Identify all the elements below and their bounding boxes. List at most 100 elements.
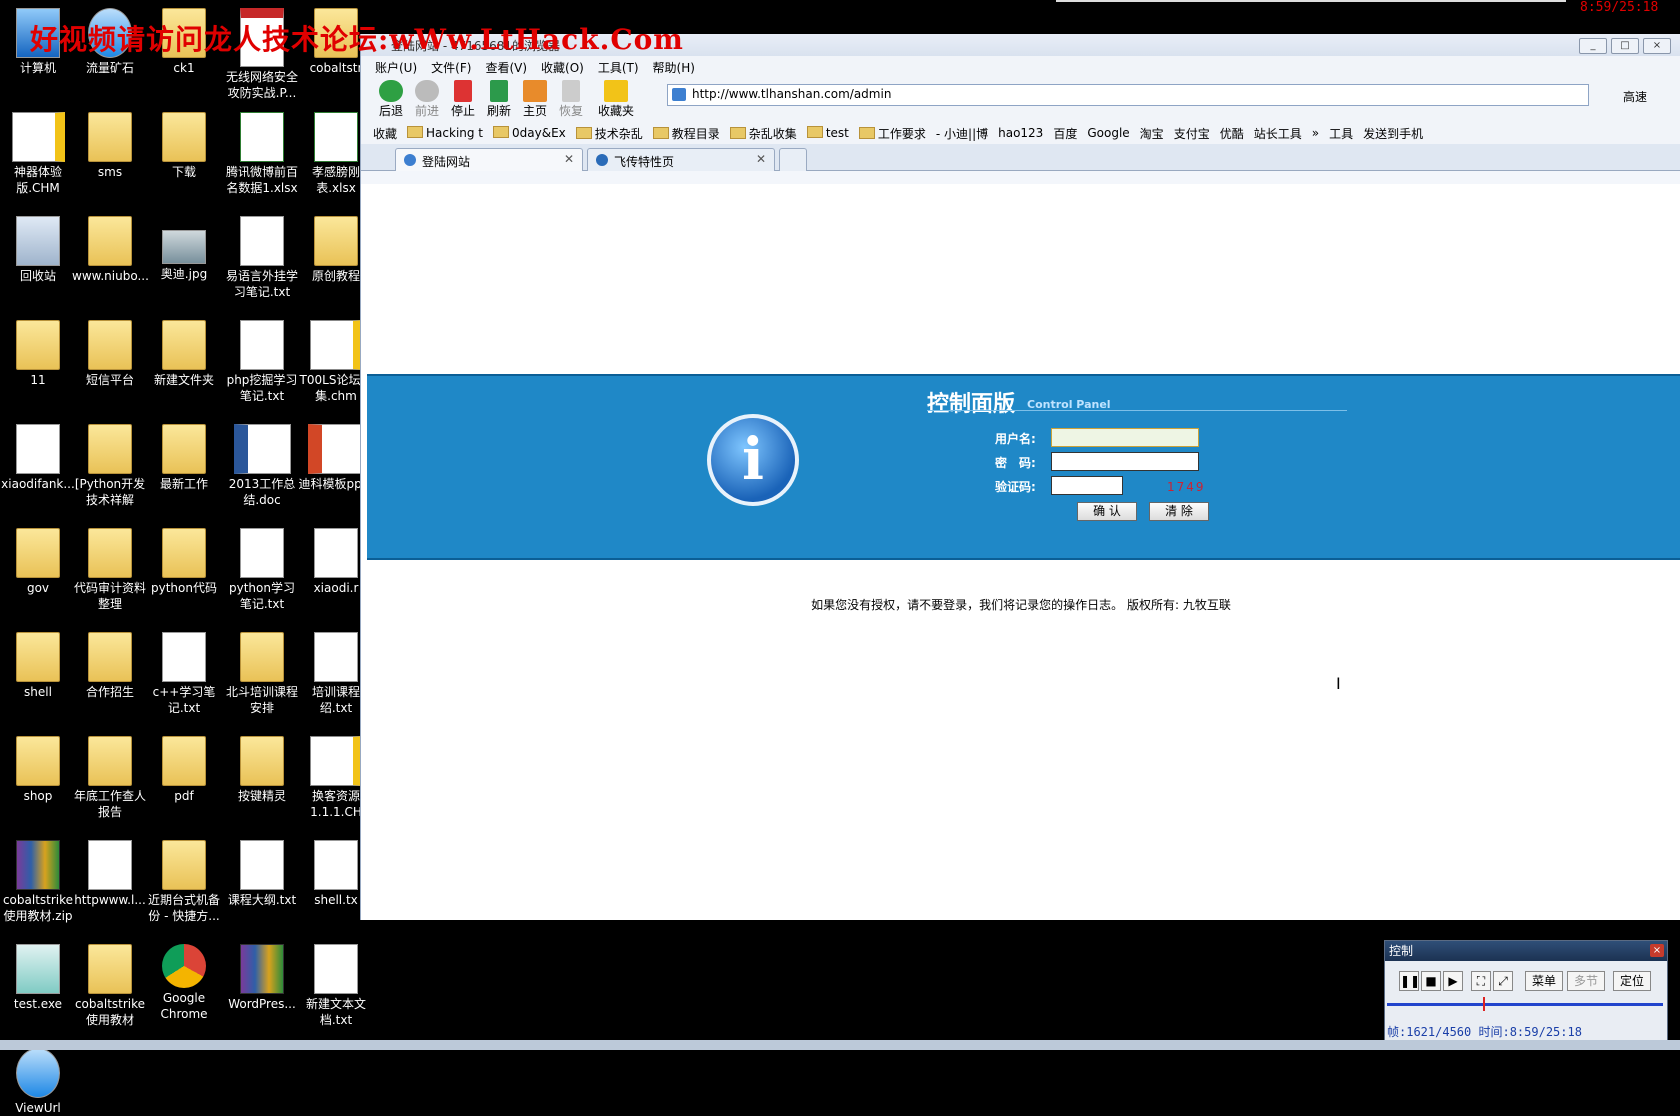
desktop-icon[interactable]: 短信平台 (72, 320, 148, 388)
home-button[interactable]: 主页 (517, 78, 553, 119)
menu-view[interactable]: 查看(V) (485, 59, 527, 76)
desktop-icon[interactable]: 课程大纲.txt (224, 840, 300, 908)
close-button[interactable]: × (1643, 38, 1671, 54)
back-button[interactable]: 后退 (373, 78, 409, 119)
minimize-button[interactable]: _ (1579, 38, 1607, 54)
fav-item[interactable]: 站长工具 (1254, 125, 1302, 142)
tab-close-icon[interactable]: ✕ (564, 152, 574, 166)
fav-item[interactable]: 优酷 (1220, 125, 1244, 142)
progress-marker[interactable] (1483, 997, 1485, 1011)
fav-item[interactable]: 支付宝 (1174, 125, 1210, 142)
fav-item[interactable]: 淘宝 (1140, 125, 1164, 142)
desktop-icon[interactable]: xiaodifank... (0, 424, 76, 492)
desktop-icon[interactable]: httpwww.l... (72, 840, 148, 908)
desktop-icon[interactable]: 易语言外挂学习笔记.txt (224, 216, 300, 300)
desktop-icon[interactable]: 神器体验版.CHM (0, 112, 76, 196)
fav-menu[interactable]: 收藏 (373, 125, 397, 142)
desktop-icon[interactable]: 2013工作总结.doc (224, 424, 300, 508)
captcha-image[interactable]: 1749 (1167, 480, 1206, 494)
password-input[interactable] (1051, 452, 1199, 471)
desktop-icon[interactable]: 近期台式机备份 - 快捷方... (146, 840, 222, 924)
fav-item[interactable]: test (807, 126, 849, 140)
desktop-icon[interactable]: 新建文本文档.txt (298, 944, 374, 1028)
desktop-icon[interactable]: shell (0, 632, 76, 700)
menu-tools[interactable]: 工具(T) (598, 59, 639, 76)
fav-item[interactable]: 教程目录 (653, 125, 720, 142)
desktop-icon[interactable]: python代码 (146, 528, 222, 596)
favorites-button[interactable]: 收藏夹 (589, 78, 643, 119)
maximize-button[interactable]: □ (1611, 38, 1639, 54)
fullscreen-icon[interactable]: ⤢ (1493, 971, 1513, 991)
desktop-icon[interactable]: 11 (0, 320, 76, 388)
desktop-icon[interactable]: cobaltstrike使用教材.zip (0, 840, 76, 924)
forward-button[interactable]: 前进 (409, 78, 445, 119)
desktop-icon[interactable]: 回收站 (0, 216, 76, 284)
desktop-icon[interactable]: [Python开发技术祥解 (72, 424, 148, 508)
menu-help[interactable]: 帮助(H) (653, 59, 695, 76)
fav-item[interactable]: 百度 (1053, 125, 1077, 142)
fav-item[interactable]: 杂乱收集 (730, 125, 797, 142)
control-close-icon[interactable]: × (1650, 944, 1664, 957)
desktop-icon[interactable]: python学习笔记.txt (224, 528, 300, 612)
progress-track[interactable] (1387, 1003, 1663, 1006)
send-to-phone-button[interactable]: 发送到手机 (1363, 125, 1423, 142)
fav-tools-menu[interactable]: 工具 (1329, 125, 1353, 142)
fav-item[interactable]: Hacking t (407, 126, 483, 140)
desktop-icon-label: gov (26, 581, 50, 595)
watermark-banner: 好视频请访问龙人技术论坛:wWw.LtHack.Com (30, 23, 684, 56)
fav-item[interactable]: 0day&Ex (493, 126, 566, 140)
fav-item[interactable]: 工作要求 (859, 125, 926, 142)
desktop-icon[interactable]: 新建文件夹 (146, 320, 222, 388)
menu-account[interactable]: 账户(U) (375, 59, 417, 76)
tab-feature[interactable]: 飞传特性页 ✕ (587, 148, 775, 171)
stop-button[interactable]: 停止 (445, 78, 481, 119)
desktop-icon[interactable]: Google Chrome (146, 944, 222, 1022)
restore-button[interactable]: 恢复 (553, 78, 589, 119)
speed-mode-button[interactable]: 高速 (1623, 88, 1647, 105)
desktop-icon[interactable]: c++学习笔记.txt (146, 632, 222, 716)
address-bar[interactable]: http://www.tlhanshan.com/admin (667, 84, 1589, 106)
desktop-icon[interactable]: 奥迪.jpg (146, 216, 222, 282)
desktop-icon[interactable]: cobaltstrike使用教材 (72, 944, 148, 1028)
more-chevron-icon[interactable]: » (1312, 126, 1319, 140)
desktop-icon[interactable]: 下载 (146, 112, 222, 180)
fit-screen-icon[interactable]: ⛶ (1471, 971, 1491, 991)
captcha-input[interactable] (1051, 476, 1123, 495)
desktop-icon[interactable]: 北斗培训课程安排 (224, 632, 300, 716)
desktop-icon[interactable]: www.niubo... (72, 216, 149, 284)
desktop-icon[interactable]: php挖掘学习笔记.txt (224, 320, 300, 404)
desktop-icon[interactable]: test.exe (0, 944, 76, 1012)
clear-button[interactable]: 清 除 (1149, 502, 1209, 521)
desktop-icon[interactable]: 年底工作查人报告 (72, 736, 148, 820)
username-input[interactable] (1051, 428, 1199, 447)
refresh-button[interactable]: 刷新 (481, 78, 517, 119)
fav-item[interactable]: Google (1087, 126, 1129, 140)
desktop-icon[interactable]: gov (0, 528, 76, 596)
locate-button[interactable]: 定位 (1613, 971, 1651, 991)
forward-arrow-icon (415, 80, 439, 102)
fav-item[interactable]: - 小迪||博 (936, 125, 988, 142)
desktop-icon[interactable]: shop (0, 736, 76, 804)
menu-file[interactable]: 文件(F) (431, 59, 471, 76)
pause-button[interactable]: ❚❚ (1399, 971, 1420, 991)
desktop-icon[interactable]: 按键精灵 (224, 736, 300, 804)
multi-section-button[interactable]: 多节 (1567, 971, 1605, 991)
fav-item[interactable]: hao123 (998, 126, 1043, 140)
next-frame-button[interactable]: ▶ (1443, 971, 1463, 991)
desktop-icon[interactable]: pdf (146, 736, 222, 804)
desktop-icon[interactable]: 代码审计资料整理 (72, 528, 148, 612)
tab-close-icon[interactable]: ✕ (756, 152, 766, 166)
desktop-icon[interactable]: 最新工作 (146, 424, 222, 492)
desktop-icon[interactable]: 腾讯微博前百名数据1.xlsx (224, 112, 300, 196)
desktop-icon[interactable]: ViewUrl (0, 1048, 76, 1116)
stop-playback-button[interactable]: ■ (1421, 971, 1441, 991)
desktop-icon[interactable]: sms (72, 112, 148, 180)
new-tab-button[interactable] (779, 148, 807, 171)
control-menu-button[interactable]: 菜单 (1525, 971, 1563, 991)
fav-item[interactable]: 技术杂乱 (576, 125, 643, 142)
confirm-button[interactable]: 确 认 (1077, 502, 1137, 521)
desktop-icon[interactable]: 合作招生 (72, 632, 148, 700)
menu-favorites[interactable]: 收藏(O) (541, 59, 584, 76)
tab-login[interactable]: 登陆网站 ✕ (395, 148, 583, 171)
desktop-icon[interactable]: WordPres... (224, 944, 300, 1012)
